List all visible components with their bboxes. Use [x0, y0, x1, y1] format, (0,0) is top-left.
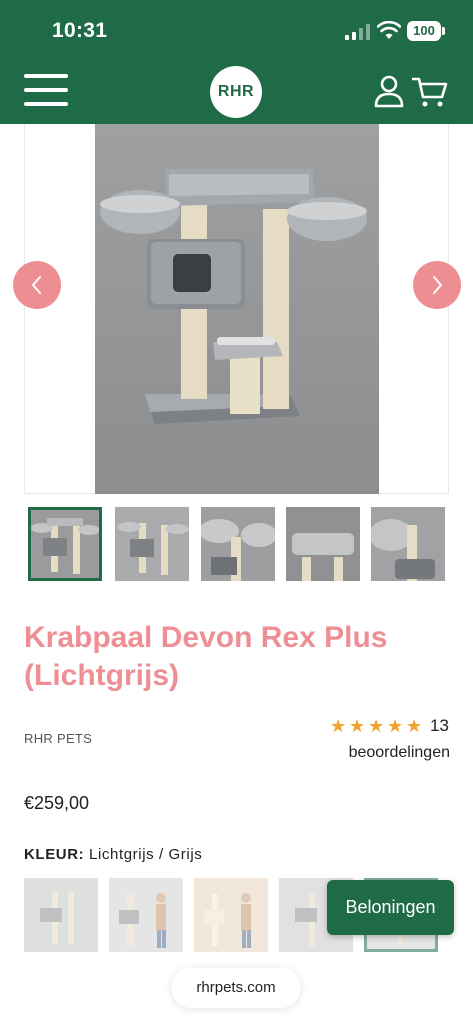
user-icon[interactable]: [374, 74, 404, 108]
product-price: €259,00: [24, 793, 90, 813]
star-icon: ★: [330, 716, 347, 736]
product-brand[interactable]: RHR PETS: [24, 731, 92, 746]
product-main-image[interactable]: [95, 124, 379, 494]
status-time: 10:31: [52, 19, 108, 42]
thumbnail-5[interactable]: [371, 507, 445, 581]
gallery-previous-button[interactable]: [13, 261, 61, 309]
browser-url-bar[interactable]: rhrpets.com: [171, 968, 301, 1008]
rewards-button[interactable]: Beloningen: [327, 880, 454, 935]
variant-option-1[interactable]: [24, 878, 98, 952]
thumbnail-4[interactable]: [286, 507, 360, 581]
status-bar: 10:31 100: [0, 0, 473, 62]
battery-tip: [442, 27, 445, 35]
wifi-icon: [377, 21, 401, 39]
color-selector-label: KLEUR: Lichtgrijs / Grijs: [24, 846, 202, 863]
battery-indicator: 100: [407, 21, 441, 41]
variant-option-3[interactable]: [194, 878, 268, 952]
star-icon: ★: [349, 716, 366, 736]
rating-stars: ★ ★ ★ ★ ★: [330, 717, 430, 735]
thumbnail-3[interactable]: [201, 507, 275, 581]
star-icon: ★: [368, 716, 385, 736]
cat-tree-illustration: [100, 169, 367, 424]
cart-icon[interactable]: [412, 76, 448, 108]
chevron-left-icon: [31, 276, 41, 294]
color-label-key: KLEUR:: [24, 846, 85, 863]
navigation-bar: RHR: [0, 62, 473, 124]
star-icon: ★: [406, 716, 423, 736]
reviews-label: beoordelingen: [348, 744, 450, 761]
thumbnail-strip: [28, 507, 448, 583]
thumbnail-1[interactable]: [28, 507, 102, 581]
gallery-next-button[interactable]: [413, 261, 461, 309]
star-icon: ★: [387, 716, 404, 736]
variant-option-2[interactable]: [109, 878, 183, 952]
review-count: 13: [430, 716, 449, 735]
top-header: 10:31 100 RHR: [0, 0, 473, 124]
thumbnail-2[interactable]: [115, 507, 189, 581]
chevron-right-icon: [433, 276, 443, 294]
cellular-signal-icon: [345, 24, 371, 40]
rhr-logo[interactable]: RHR: [210, 66, 262, 118]
product-title: Krabpaal Devon Rex Plus (Lichtgrijs): [24, 621, 388, 692]
product-rating[interactable]: ★ ★ ★ ★ ★ 13 beoordelingen: [330, 716, 450, 764]
menu-icon[interactable]: [24, 72, 70, 108]
color-label-value: Lichtgrijs / Grijs: [89, 846, 203, 863]
product-gallery: [13, 124, 461, 494]
